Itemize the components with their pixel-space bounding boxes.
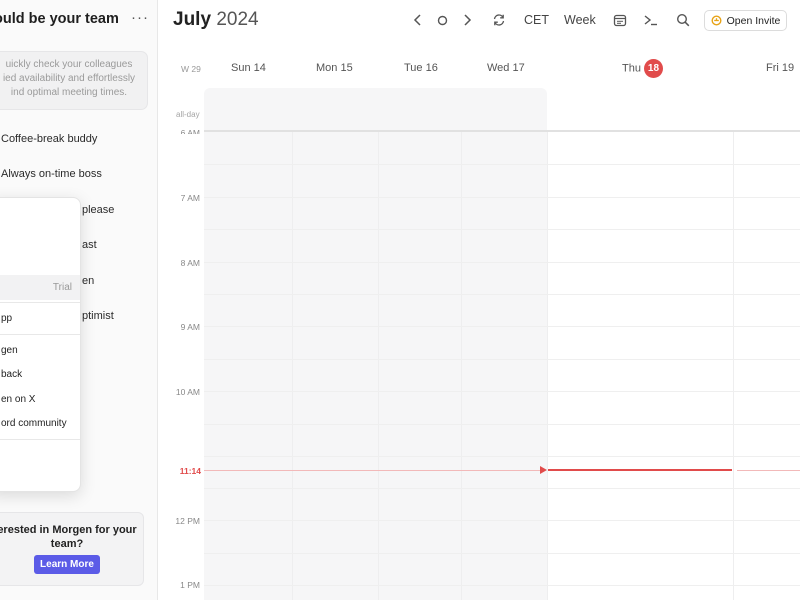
next-week-button[interactable] <box>459 10 475 30</box>
circle-icon <box>437 15 447 25</box>
team-member-item[interactable]: ptimist <box>82 310 114 322</box>
hour-line <box>204 229 800 230</box>
day-divider <box>292 131 293 600</box>
hour-line <box>204 359 800 360</box>
team-member-item[interactable]: please <box>82 204 114 216</box>
menu-item[interactable]: gen <box>0 345 80 356</box>
search-icon <box>676 13 690 27</box>
team-promo-card: erested in Morgen for your team? Learn M… <box>0 512 144 586</box>
hour-line <box>204 262 800 263</box>
hour-line <box>204 424 800 425</box>
hour-line <box>204 520 800 521</box>
day-header[interactable]: Sun 14 <box>231 62 266 74</box>
hour-line <box>204 197 800 198</box>
command-button[interactable] <box>642 10 660 30</box>
chevron-right-icon <box>464 14 472 26</box>
time-label: 12 PM <box>175 516 200 526</box>
menu-divider <box>0 439 80 440</box>
time-label: 10 AM <box>175 387 200 397</box>
time-label: 6 AM <box>180 128 200 134</box>
all-day-divider <box>204 130 800 132</box>
day-divider <box>733 131 734 600</box>
day-header-today[interactable]: Thu 18 <box>622 59 663 78</box>
trial-badge: Trial <box>52 282 72 293</box>
view-selector[interactable]: Week <box>564 13 596 27</box>
current-time-line <box>204 470 541 471</box>
refresh-icon <box>493 14 505 26</box>
menu-trial-row[interactable]: Trial <box>0 275 80 300</box>
chevron-left-icon <box>413 14 421 26</box>
day-divider <box>378 131 379 600</box>
menu-item[interactable]: en on X <box>0 394 80 405</box>
account-menu: Trial pp gen back en on X ord community <box>0 197 81 492</box>
month-title: July 2024 <box>173 9 259 31</box>
week-grid[interactable] <box>204 88 800 600</box>
today-day-name: Thu <box>622 62 641 75</box>
promo-line-2: team? <box>50 538 84 550</box>
menu-divider <box>0 302 80 303</box>
team-member-item[interactable]: Coffee-break buddy <box>1 133 97 145</box>
timezone-selector[interactable]: CET <box>524 13 549 27</box>
invite-icon <box>711 15 722 26</box>
year-label: 2024 <box>216 9 259 30</box>
hour-line <box>204 585 800 586</box>
current-time-arrow-icon <box>540 466 547 474</box>
day-header[interactable]: Mon 15 <box>316 62 353 74</box>
month-label: July <box>173 9 212 30</box>
day-header[interactable]: Tue 16 <box>404 62 438 74</box>
today-date-badge: 18 <box>643 59 663 78</box>
current-time-label: 11:14 <box>179 466 201 476</box>
day-divider <box>547 131 548 600</box>
hour-line <box>204 391 800 392</box>
team-info-card: uickly check your colleagues ied availab… <box>0 51 148 110</box>
menu-item[interactable]: pp <box>0 313 80 324</box>
terminal-icon <box>644 15 657 26</box>
time-label: 8 AM <box>180 258 200 268</box>
hour-line <box>204 553 800 554</box>
time-label: 1 PM <box>180 580 200 590</box>
team-member-item[interactable]: ast <box>82 239 97 251</box>
time-label: 9 AM <box>180 322 200 332</box>
search-button[interactable] <box>674 10 692 30</box>
previous-week-button[interactable] <box>410 10 426 30</box>
team-sidebar: ould be your team ··· uickly check your … <box>0 0 158 600</box>
learn-more-button[interactable]: Learn More <box>34 555 100 574</box>
team-member-item[interactable]: en <box>82 275 94 287</box>
menu-item[interactable]: ord community <box>0 418 80 429</box>
hour-line <box>204 456 800 457</box>
day-header[interactable]: Wed 17 <box>487 62 525 74</box>
hour-line <box>204 164 800 165</box>
week-number: W 29 <box>181 64 201 74</box>
hour-line <box>204 294 800 295</box>
day-divider <box>461 131 462 600</box>
sidebar-title: ould be your team <box>0 11 119 27</box>
today-button[interactable] <box>434 10 450 30</box>
sync-button[interactable] <box>490 10 508 30</box>
current-time-line-today <box>548 469 732 471</box>
all-day-label: all-day <box>176 110 200 119</box>
day-header[interactable]: Fri 19 <box>766 62 794 74</box>
hour-line <box>204 326 800 327</box>
team-member-item[interactable]: Always on-time boss <box>1 168 102 180</box>
open-invite-label: Open Invite <box>726 14 781 27</box>
menu-item[interactable]: back <box>0 369 80 380</box>
promo-line-1: erested in Morgen for your <box>0 524 137 536</box>
menu-divider <box>0 334 80 335</box>
time-label: 7 AM <box>180 193 200 203</box>
more-options-button[interactable]: ··· <box>131 9 149 26</box>
open-invite-button[interactable]: Open Invite <box>704 10 787 31</box>
calendar-button[interactable] <box>611 10 629 30</box>
calendar-icon <box>613 14 627 27</box>
hour-line <box>204 488 800 489</box>
current-time-line <box>737 470 800 471</box>
